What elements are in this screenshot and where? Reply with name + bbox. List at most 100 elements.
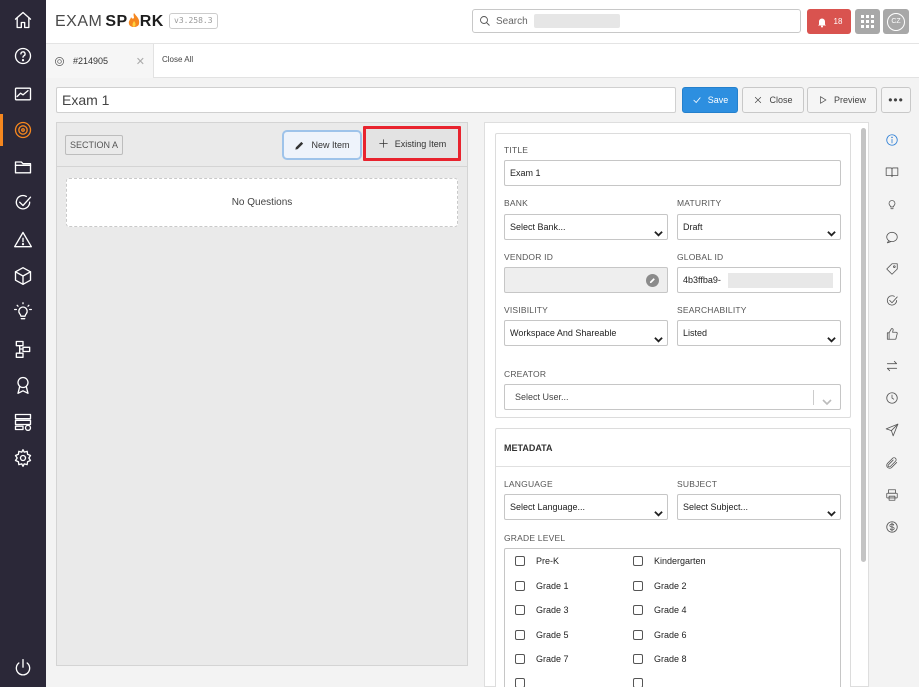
global-id-label: GLOBAL ID [677,252,724,262]
dollar-icon[interactable] [883,518,901,536]
redacted-id [728,273,833,288]
check-icon [693,97,701,104]
examspark-logo[interactable]: EXAM SP RK [55,12,164,32]
workflow-icon[interactable] [11,337,35,361]
grade-checkbox[interactable]: Grade 2 [633,581,687,591]
empty-state-text: No Questions [231,197,293,208]
clock-icon[interactable] [883,389,901,407]
tab-exam[interactable]: #214905 ✕ [46,44,154,78]
close-icon [755,96,762,104]
settings-icon[interactable] [11,446,35,470]
exam-title-input[interactable]: Exam 1 [56,87,676,113]
check-circle-icon[interactable] [883,292,901,310]
title-label: TITLE [504,145,529,155]
check-circle-icon[interactable] [11,191,35,215]
grade-checkbox[interactable]: Grade 1 [515,581,569,591]
flame-icon [128,13,139,27]
send-icon[interactable] [883,421,901,439]
apps-grid-button[interactable] [855,9,880,34]
play-icon [820,96,827,104]
comment-icon[interactable] [883,228,901,246]
lightbulb-icon[interactable] [11,300,35,324]
warning-icon[interactable] [11,228,35,252]
search-icon [480,16,490,26]
grade-checkbox[interactable]: Grade 5 [515,630,569,640]
search-redacted-value [533,14,620,28]
language-label: LANGUAGE [504,479,553,489]
edit-pencil-icon[interactable] [646,274,659,287]
section-header: SECTION A New Item Existing Item [57,123,467,167]
title-field[interactable]: Exam 1 [504,160,841,186]
vendor-id-label: VENDOR ID [504,252,554,262]
properties-panel: TITLE Exam 1 BANK Select Bank... MATURIT… [484,122,869,687]
metadata-heading: METADATA [496,429,850,467]
chevron-down-icon [827,329,836,343]
subject-label: SUBJECT [677,479,718,489]
lightbulb-icon[interactable] [883,195,901,213]
editor-toolbar: Exam 1 Save Close Preview ••• [46,78,919,121]
search-input[interactable]: Search [472,9,801,33]
creator-label: CREATOR [504,369,547,379]
user-avatar-button[interactable]: CZ [883,9,909,34]
section-label[interactable]: SECTION A [65,135,124,155]
more-options-button[interactable]: ••• [881,87,911,113]
close-tab-icon[interactable]: ✕ [136,55,145,68]
info-icon[interactable] [883,131,901,149]
properties-scrollbar[interactable] [861,128,866,562]
grade-checkbox[interactable]: Grade 6 [633,630,687,640]
package-icon[interactable] [11,264,35,288]
bank-select[interactable]: Select Bank... [504,214,668,240]
swap-icon[interactable] [883,357,901,375]
language-select[interactable]: Select Language... [504,494,668,520]
chevron-down-icon [827,503,836,517]
grade-level-label: GRADE LEVEL [504,533,566,543]
home-icon[interactable] [11,8,35,32]
grade-checkbox[interactable]: Kindergarten [633,556,706,566]
pencil-icon [295,141,304,150]
servers-icon[interactable] [11,410,35,434]
grade-level-list: Pre-K Kindergarten Grade 1 Grade 2 Grade… [504,548,841,687]
grade-checkbox[interactable]: Grade 7 [515,654,569,664]
notification-count: 18 [833,17,843,26]
general-card: TITLE Exam 1 BANK Select Bank... MATURIT… [495,133,851,418]
existing-item-button[interactable]: Existing Item [363,126,461,161]
award-icon[interactable] [11,373,35,397]
search-placeholder: Search [496,15,528,27]
exams-icon[interactable] [0,114,46,146]
subject-select[interactable]: Select Subject... [677,494,841,520]
vendor-id-field[interactable] [504,267,668,293]
preview-button[interactable]: Preview [807,87,877,113]
book-icon[interactable] [883,163,901,181]
grade-checkbox[interactable]: Grade 3 [515,605,569,615]
save-button[interactable]: Save [682,87,738,113]
analytics-icon[interactable] [11,82,35,106]
paperclip-icon[interactable] [883,454,901,472]
help-icon[interactable] [11,44,35,68]
global-id-field: 4b3ffba9- [677,267,841,293]
chevron-down-icon [654,329,663,343]
exam-tab-icon [55,56,64,66]
print-icon[interactable] [883,486,901,504]
new-item-button[interactable]: New Item [282,130,362,160]
grade-checkbox[interactable]: Pre-K [515,556,559,566]
close-button[interactable]: Close [742,87,804,113]
metadata-card: METADATA LANGUAGE Select Language... SUB… [495,428,851,687]
grade-checkbox[interactable]: Grade 4 [633,605,687,615]
grade-checkbox[interactable]: Grade 8 [633,654,687,664]
tab-label: #214905 [73,56,109,66]
creator-select[interactable]: Select User... [504,384,841,410]
visibility-select[interactable]: Workspace And Shareable [504,320,668,346]
thumbs-up-icon[interactable] [883,325,901,343]
chevron-down-icon [822,392,832,406]
empty-questions-dropzone[interactable]: No Questions [66,178,458,227]
close-all-link[interactable]: Close All [162,55,193,64]
searchability-label: SEARCHABILITY [677,305,747,315]
section-editor: SECTION A New Item Existing Item No Ques… [56,122,468,666]
folder-icon[interactable] [11,155,35,179]
notifications-button[interactable]: 18 [807,9,851,34]
tag-icon[interactable] [883,260,901,278]
maturity-select[interactable]: Draft [677,214,841,240]
power-icon[interactable] [11,656,35,680]
searchability-select[interactable]: Listed [677,320,841,346]
chevron-down-icon [654,503,663,517]
